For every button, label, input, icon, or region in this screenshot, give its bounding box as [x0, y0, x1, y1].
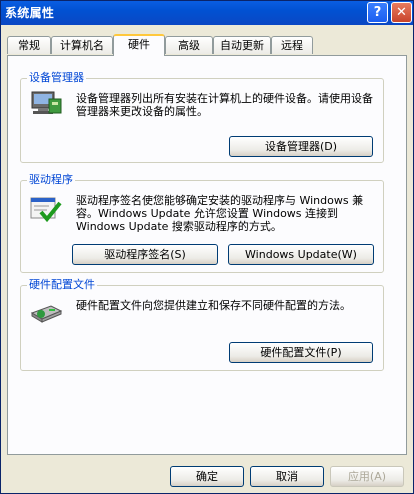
device-manager-description: 设备管理器列出所有安装在计算机上的硬件设备。请使用设备管理器来更改设备的属性。 — [76, 92, 373, 118]
window-title: 系统属性 — [5, 6, 55, 20]
driver-signing-icon — [30, 197, 62, 223]
tab-computer-name[interactable]: 计算机名 — [51, 36, 113, 54]
device-manager-icon — [31, 91, 62, 114]
tab-general[interactable]: 常规 — [7, 36, 51, 54]
tab-automatic-updates[interactable]: 自动更新 — [213, 36, 271, 54]
hardware-profiles-group-title: 硬件配置文件 — [27, 278, 97, 291]
device-manager-group-title: 设备管理器 — [27, 71, 86, 84]
hardware-profiles-group: 硬件配置文件 硬件配置文件向您提供建立和保存不同硬件配置的方法。 硬件配置文件(… — [20, 279, 384, 371]
close-button[interactable]: ✕ — [391, 2, 412, 23]
drivers-description: 驱动程序签名使您能够确定安装的驱动程序与 Windows 兼容。Windows … — [76, 194, 364, 233]
hardware-tab-panel: 设备管理器 设备管理器列出所有安装在计算机上的硬件设备。请使用设备管理器来更改设… — [7, 55, 407, 455]
apply-button[interactable]: 应用(A) — [330, 466, 404, 487]
drivers-group-title: 驱动程序 — [27, 173, 75, 186]
device-manager-group: 设备管理器 设备管理器列出所有安装在计算机上的硬件设备。请使用设备管理器来更改设… — [20, 72, 384, 163]
tab-advanced[interactable]: 高级 — [165, 36, 213, 54]
device-manager-button[interactable]: 设备管理器(D) — [229, 136, 373, 157]
drivers-group: 驱动程序 驱动程序签名使您能够确定安装的驱动程序与 Windows 兼容。Win… — [20, 174, 384, 273]
driver-signing-button[interactable]: 驱动程序签名(S) — [72, 244, 218, 265]
hardware-profiles-button[interactable]: 硬件配置文件(P) — [229, 342, 373, 363]
tab-remote[interactable]: 远程 — [271, 36, 313, 54]
help-button[interactable]: ? — [367, 2, 388, 23]
cancel-button[interactable]: 取消 — [250, 466, 324, 487]
hardware-profile-icon — [30, 305, 63, 323]
hardware-profiles-description: 硬件配置文件向您提供建立和保存不同硬件配置的方法。 — [76, 299, 351, 312]
tab-hardware[interactable]: 硬件 — [113, 34, 165, 56]
windows-update-button[interactable]: Windows Update(W) — [228, 244, 374, 265]
system-properties-window: 系统属性 ? ✕ 常规 计算机名 硬件 高级 自动更新 远程 设备管理器 设备管… — [0, 0, 414, 494]
ok-button[interactable]: 确定 — [170, 466, 244, 487]
title-bar[interactable]: 系统属性 ? ✕ — [1, 1, 413, 25]
